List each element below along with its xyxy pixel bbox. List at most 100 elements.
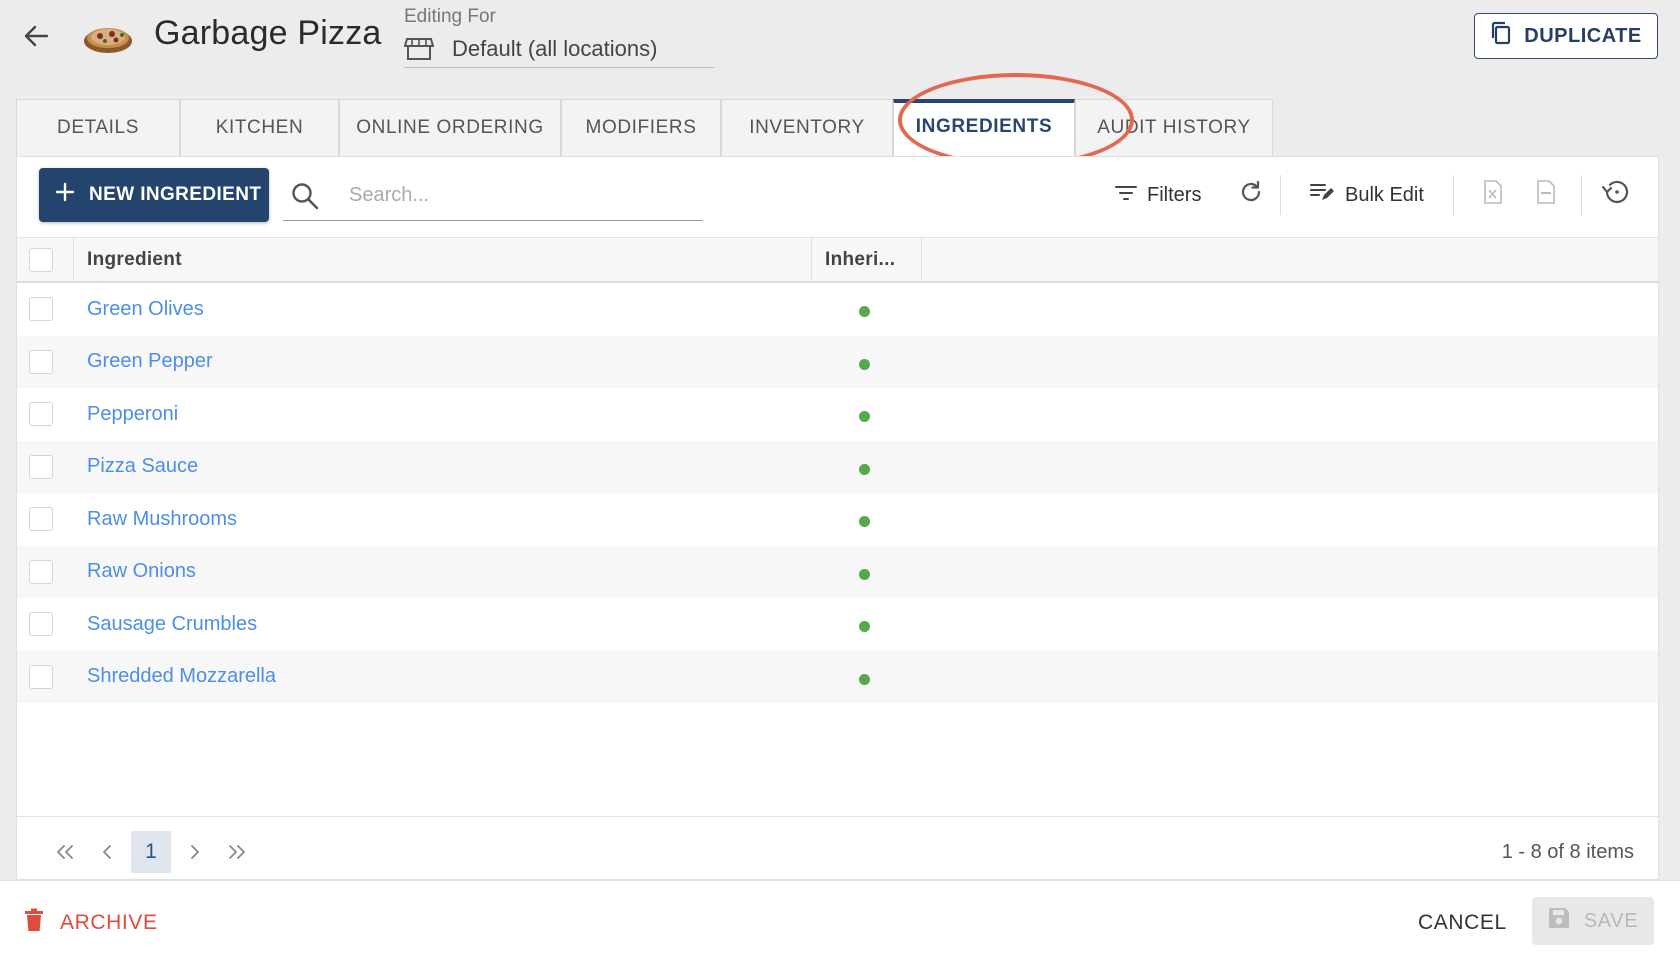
export-csv-button[interactable] [1536, 175, 1556, 215]
select-all-cell [29, 238, 53, 282]
copy-icon [1490, 21, 1512, 51]
table-row: Pepperoni [17, 388, 1658, 441]
page-title: Garbage Pizza [154, 14, 382, 52]
tab-inventory[interactable]: INVENTORY [721, 99, 893, 156]
refresh-button[interactable] [1239, 175, 1263, 215]
search-input[interactable] [349, 184, 669, 207]
first-page-icon[interactable] [45, 831, 85, 873]
trash-icon [24, 908, 44, 938]
tab-modifiers[interactable]: MODIFIERS [561, 99, 721, 156]
filter-icon [1115, 184, 1137, 207]
plus-icon [55, 182, 75, 208]
row-checkbox[interactable] [29, 559, 53, 584]
reset-layout-button[interactable] [1601, 175, 1629, 215]
table-row: Green Olives [17, 283, 1658, 336]
footer-bar: ARCHIVE CANCEL SAVE [0, 880, 1680, 962]
history-icon [1601, 179, 1629, 211]
inherited-status-dot [859, 463, 870, 475]
tab-audit-history[interactable]: AUDIT HISTORY [1075, 99, 1273, 156]
inherited-status-dot [859, 411, 870, 422]
table-row: Raw Onions [17, 545, 1658, 598]
ingredient-link[interactable]: Pepperoni [87, 388, 178, 440]
excel-file-icon [1483, 180, 1503, 210]
filters-label: Filters [1147, 183, 1202, 206]
ingredient-link[interactable]: Green Pepper [87, 336, 213, 388]
ingredient-link[interactable]: Sausage Crumbles [87, 598, 257, 650]
tab-kitchen[interactable]: KITCHEN [180, 99, 339, 156]
page-1-button[interactable]: 1 [131, 831, 171, 873]
export-excel-button[interactable] [1483, 175, 1503, 215]
pager-info: 1 - 8 of 8 items [1501, 840, 1634, 863]
row-checkbox[interactable] [29, 297, 53, 321]
store-icon [404, 34, 436, 64]
column-divider [73, 238, 74, 282]
row-checkbox[interactable] [29, 507, 53, 531]
inherited-status-dot [859, 568, 870, 580]
bulk-edit-button[interactable]: Bulk Edit [1309, 175, 1424, 215]
pager: 1 1 - 8 of 8 items [17, 816, 1658, 880]
ingredients-panel: NEW INGREDIENT Filters Bulk Edit [16, 156, 1659, 880]
row-checkbox[interactable] [29, 454, 53, 479]
next-page-icon[interactable] [175, 831, 215, 873]
tab-online-ordering[interactable]: ONLINE ORDERING [339, 99, 561, 156]
editing-for-label: Editing For [404, 6, 496, 27]
archive-label: ARCHIVE [60, 911, 158, 934]
new-ingredient-button[interactable]: NEW INGREDIENT [39, 168, 269, 222]
refresh-icon [1239, 180, 1263, 210]
grid-body: Green Olives Green Pepper Pepperoni Pizz… [17, 283, 1658, 703]
table-row: Shredded Mozzarella [17, 650, 1658, 703]
inherited-status-dot [859, 306, 870, 317]
ingredient-link[interactable]: Shredded Mozzarella [87, 651, 276, 703]
toolbar-divider [1453, 175, 1454, 215]
location-value: Default (all locations) [452, 35, 658, 61]
cancel-button[interactable]: CANCEL [1418, 903, 1507, 943]
column-divider [921, 238, 922, 282]
table-row: Pizza Sauce [17, 440, 1658, 493]
new-ingredient-label: NEW INGREDIENT [89, 184, 262, 205]
table-row: Green Pepper [17, 335, 1658, 388]
row-checkbox[interactable] [29, 612, 53, 636]
bulk-edit-label: Bulk Edit [1345, 183, 1424, 206]
pizza-thumbnail-icon [82, 17, 134, 55]
tab-bar: DETAILS KITCHEN ONLINE ORDERING MODIFIER… [16, 99, 1273, 156]
search-box [283, 171, 703, 221]
save-disk-icon [1548, 907, 1570, 935]
duplicate-button[interactable]: DUPLICATE [1474, 13, 1658, 59]
toolbar-divider [1280, 175, 1281, 215]
row-checkbox[interactable] [29, 664, 53, 689]
grid-toolbar: NEW INGREDIENT Filters Bulk Edit [17, 157, 1658, 237]
save-button[interactable]: SAVE [1532, 897, 1654, 945]
search-icon [287, 178, 323, 214]
tab-ingredients[interactable]: INGREDIENTS [893, 99, 1075, 156]
row-checkbox[interactable] [29, 349, 53, 374]
header: Garbage Pizza Editing For Default (all l… [0, 0, 1680, 94]
inherited-status-dot [859, 358, 870, 370]
csv-file-icon [1536, 180, 1556, 210]
back-arrow-icon[interactable] [20, 20, 52, 52]
inherited-status-dot [859, 516, 870, 527]
inherited-status-dot [859, 673, 870, 685]
select-all-checkbox[interactable] [29, 248, 53, 272]
ingredient-link[interactable]: Raw Onions [87, 546, 196, 598]
column-header-inherited[interactable]: Inheri... [825, 238, 895, 282]
last-page-icon[interactable] [217, 831, 257, 873]
ingredient-link[interactable]: Pizza Sauce [87, 441, 198, 493]
column-header-ingredient[interactable]: Ingredient [87, 238, 182, 282]
table-row: Sausage Crumbles [17, 598, 1658, 651]
save-label: SAVE [1583, 909, 1639, 932]
duplicate-label: DUPLICATE [1524, 24, 1642, 47]
location-select[interactable]: Default (all locations) [404, 30, 714, 68]
ingredient-link[interactable]: Green Olives [87, 283, 204, 335]
grid-header: Ingredient Inheri... [17, 237, 1658, 283]
tab-details[interactable]: DETAILS [16, 99, 180, 156]
row-checkbox[interactable] [29, 402, 53, 426]
column-divider [811, 238, 812, 282]
toolbar-divider [1581, 175, 1582, 215]
archive-button[interactable]: ARCHIVE [24, 903, 158, 943]
ingredient-link[interactable]: Raw Mushrooms [87, 493, 237, 545]
filters-button[interactable]: Filters [1115, 175, 1201, 215]
prev-page-icon[interactable] [87, 831, 127, 873]
bulk-edit-icon [1309, 181, 1335, 209]
table-row: Raw Mushrooms [17, 493, 1658, 546]
inherited-status-dot [859, 621, 870, 632]
